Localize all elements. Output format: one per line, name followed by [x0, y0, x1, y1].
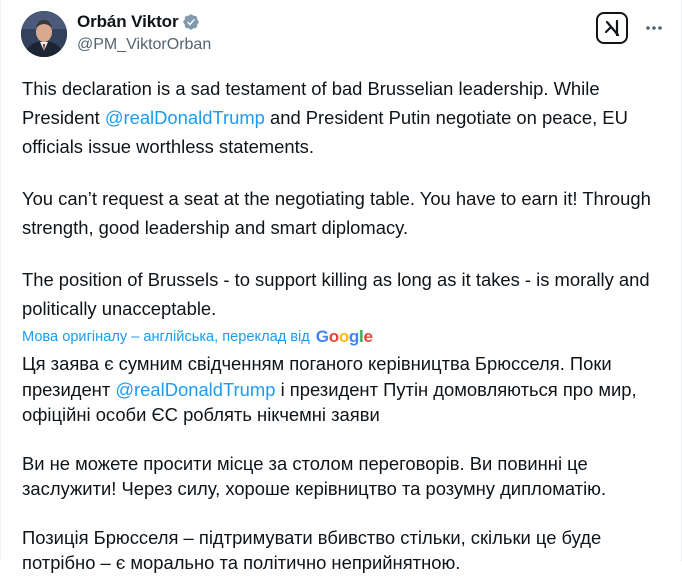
author-handle[interactable]: @PM_ViktorOrban	[77, 36, 211, 54]
tweet-paragraph-2: You can’t request a seat at the negotiat…	[22, 188, 651, 238]
translated-paragraph-2: Ви не можете просити місце за столом пер…	[22, 452, 607, 500]
verified-badge-icon[interactable]	[182, 13, 200, 31]
author-names: Orbán Viktor @PM_ViktorOrban	[77, 11, 211, 54]
grok-icon	[604, 19, 620, 37]
more-options-icon	[646, 26, 662, 30]
tweet-translated-text: Ця заява є сумним свідченням поганого ке…	[22, 351, 667, 576]
tweet-paragraph-3: The position of Brussels - to support ki…	[22, 269, 650, 319]
more-options-button[interactable]	[641, 15, 667, 41]
translation-attribution: Мова оригіналу – англійська, переклад ві…	[22, 325, 667, 349]
tweet-header: Orbán Viktor @PM_ViktorOrban	[21, 9, 663, 57]
google-logo-letter: o	[338, 327, 349, 346]
grok-button[interactable]	[596, 12, 628, 44]
tweet-card: Orbán Viktor @PM_ViktorOrban This declar…	[0, 0, 682, 573]
google-logo: Google	[316, 327, 373, 347]
translated-paragraph-3: Позиція Брюсселя – підтримувати вбивство…	[22, 526, 602, 574]
google-logo-letter: g	[348, 327, 360, 346]
author-display-name[interactable]: Orbán Viktor	[77, 12, 179, 32]
tweet-body: This declaration is a sad testament of b…	[22, 74, 667, 576]
tweet-original-text: This declaration is a sad testament of b…	[22, 74, 667, 323]
avatar[interactable]	[21, 11, 67, 57]
tweet-paragraph-1: This declaration is a sad testament of b…	[22, 74, 667, 161]
mention-link[interactable]: @realDonaldTrump	[105, 107, 265, 128]
translation-label[interactable]: Мова оригіналу – англійська, переклад ві…	[22, 329, 310, 345]
translated-paragraph-1: Ця заява є сумним свідченням поганого ке…	[22, 351, 667, 428]
display-name-row: Orbán Viktor	[77, 11, 211, 33]
google-logo-letter: o	[328, 327, 339, 346]
google-logo-letter: e	[363, 327, 373, 346]
google-logo-letter: G	[315, 327, 329, 346]
mention-link[interactable]: @realDonaldTrump	[115, 379, 275, 400]
